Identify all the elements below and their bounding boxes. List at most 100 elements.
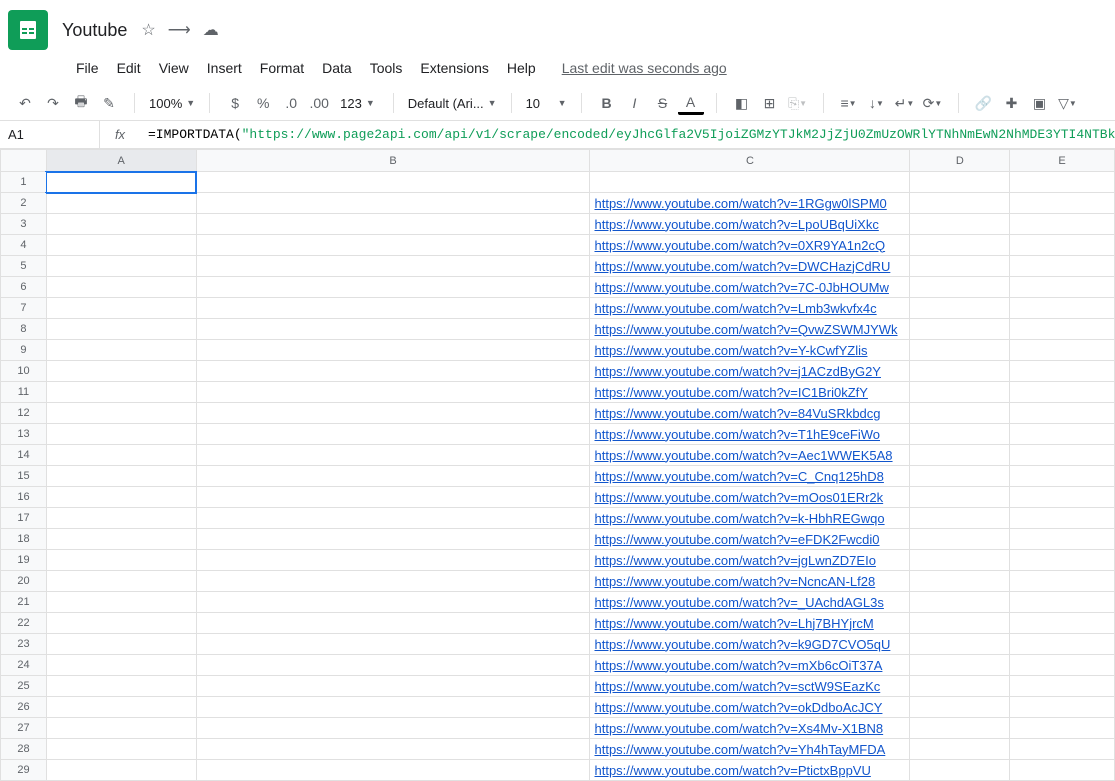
cell[interactable] — [1010, 508, 1115, 529]
cell[interactable] — [46, 340, 196, 361]
col-header-B[interactable]: B — [196, 150, 590, 172]
col-header-C[interactable]: C — [590, 150, 910, 172]
cell[interactable] — [910, 592, 1010, 613]
cell[interactable] — [46, 487, 196, 508]
cell[interactable] — [1010, 550, 1115, 571]
cell[interactable] — [1010, 256, 1115, 277]
cell[interactable]: https://www.youtube.com/watch?v=okDdboAc… — [590, 697, 910, 718]
cell[interactable] — [46, 214, 196, 235]
text-rotation-button[interactable]: ⟳▼ — [920, 90, 946, 116]
row-header[interactable]: 18 — [1, 529, 47, 550]
redo-button[interactable]: ↷ — [40, 90, 66, 116]
vertical-align-button[interactable]: ↓▼ — [864, 90, 890, 116]
move-icon[interactable]: ⟶ — [168, 20, 191, 40]
font-size-select[interactable]: 10▼ — [520, 90, 573, 116]
row-header[interactable]: 20 — [1, 571, 47, 592]
url-link[interactable]: https://www.youtube.com/watch?v=DWCHazjC… — [594, 259, 890, 274]
url-link[interactable]: https://www.youtube.com/watch?v=C_Cnq125… — [594, 469, 883, 484]
cell[interactable] — [910, 634, 1010, 655]
document-title[interactable]: Youtube — [56, 18, 133, 43]
menu-extensions[interactable]: Extensions — [412, 56, 496, 80]
url-link[interactable]: https://www.youtube.com/watch?v=LpoUBqUi… — [594, 217, 878, 232]
menu-edit[interactable]: Edit — [109, 56, 149, 80]
cell[interactable] — [910, 718, 1010, 739]
url-link[interactable]: https://www.youtube.com/watch?v=Lhj7BHYj… — [594, 616, 873, 631]
cell[interactable] — [910, 298, 1010, 319]
cell[interactable]: https://www.youtube.com/watch?v=eFDK2Fwc… — [590, 529, 910, 550]
cell[interactable] — [46, 676, 196, 697]
cell[interactable] — [1010, 424, 1115, 445]
cell[interactable] — [910, 571, 1010, 592]
name-box[interactable]: A1 — [0, 121, 100, 148]
cell[interactable] — [46, 403, 196, 424]
chart-button[interactable]: ▣ — [1027, 90, 1053, 116]
cell[interactable]: https://www.youtube.com/watch?v=QvwZSWMJ… — [590, 319, 910, 340]
row-header[interactable]: 17 — [1, 508, 47, 529]
row-header[interactable]: 29 — [1, 760, 47, 781]
cell[interactable] — [910, 193, 1010, 214]
cell[interactable] — [46, 298, 196, 319]
cell[interactable] — [196, 676, 590, 697]
cell[interactable] — [910, 550, 1010, 571]
link-button[interactable]: 🔗 — [971, 90, 997, 116]
row-header[interactable]: 19 — [1, 550, 47, 571]
cell[interactable] — [46, 277, 196, 298]
url-link[interactable]: https://www.youtube.com/watch?v=Xs4Mv-X1… — [594, 721, 883, 736]
cell[interactable] — [1010, 697, 1115, 718]
url-link[interactable]: https://www.youtube.com/watch?v=j1ACzdBy… — [594, 364, 881, 379]
url-link[interactable]: https://www.youtube.com/watch?v=Yh4hTayM… — [594, 742, 885, 757]
row-header[interactable]: 1 — [1, 172, 47, 193]
cell[interactable] — [1010, 298, 1115, 319]
cell[interactable] — [46, 319, 196, 340]
row-header[interactable]: 22 — [1, 613, 47, 634]
cell[interactable] — [46, 445, 196, 466]
horizontal-align-button[interactable]: ≡▼ — [836, 90, 862, 116]
cell[interactable] — [46, 256, 196, 277]
cell[interactable] — [196, 172, 590, 193]
menu-view[interactable]: View — [151, 56, 197, 80]
url-link[interactable]: https://www.youtube.com/watch?v=mOos01ER… — [594, 490, 883, 505]
cell[interactable] — [196, 361, 590, 382]
cell[interactable] — [196, 193, 590, 214]
cell[interactable] — [910, 529, 1010, 550]
cell[interactable] — [196, 760, 590, 781]
cell[interactable]: https://www.youtube.com/watch?v=mXb6cOiT… — [590, 655, 910, 676]
cell[interactable] — [1010, 739, 1115, 760]
url-link[interactable]: https://www.youtube.com/watch?v=k9GD7CVO… — [594, 637, 890, 652]
cell[interactable]: https://www.youtube.com/watch?v=j1ACzdBy… — [590, 361, 910, 382]
cell[interactable] — [196, 277, 590, 298]
url-link[interactable]: https://www.youtube.com/watch?v=PtictxBp… — [594, 763, 870, 778]
row-header[interactable]: 14 — [1, 445, 47, 466]
col-header-E[interactable]: E — [1010, 150, 1115, 172]
cell[interactable] — [910, 340, 1010, 361]
cell[interactable] — [1010, 634, 1115, 655]
text-wrap-button[interactable]: ↵▼ — [892, 90, 918, 116]
cell[interactable] — [1010, 193, 1115, 214]
row-header[interactable]: 8 — [1, 319, 47, 340]
currency-button[interactable]: $ — [222, 90, 248, 116]
url-link[interactable]: https://www.youtube.com/watch?v=NcncAN-L… — [594, 574, 875, 589]
row-header[interactable]: 15 — [1, 466, 47, 487]
row-header[interactable]: 5 — [1, 256, 47, 277]
cell[interactable] — [910, 445, 1010, 466]
cell[interactable] — [196, 634, 590, 655]
cell[interactable] — [910, 277, 1010, 298]
cloud-icon[interactable]: ☁ — [203, 20, 219, 40]
cell[interactable] — [46, 508, 196, 529]
cell[interactable] — [1010, 655, 1115, 676]
cell[interactable] — [910, 739, 1010, 760]
cell[interactable] — [46, 550, 196, 571]
cell[interactable] — [1010, 277, 1115, 298]
cell[interactable] — [1010, 613, 1115, 634]
cell[interactable] — [910, 172, 1010, 193]
cell[interactable] — [46, 424, 196, 445]
italic-button[interactable]: I — [622, 90, 648, 116]
row-header[interactable]: 21 — [1, 592, 47, 613]
cell[interactable] — [196, 739, 590, 760]
row-header[interactable]: 10 — [1, 361, 47, 382]
cell[interactable]: https://www.youtube.com/watch?v=NcncAN-L… — [590, 571, 910, 592]
cell[interactable]: https://www.youtube.com/watch?v=7C-0JbHO… — [590, 277, 910, 298]
filter-button[interactable]: ▽▼ — [1055, 90, 1081, 116]
row-header[interactable]: 7 — [1, 298, 47, 319]
menu-help[interactable]: Help — [499, 56, 544, 80]
